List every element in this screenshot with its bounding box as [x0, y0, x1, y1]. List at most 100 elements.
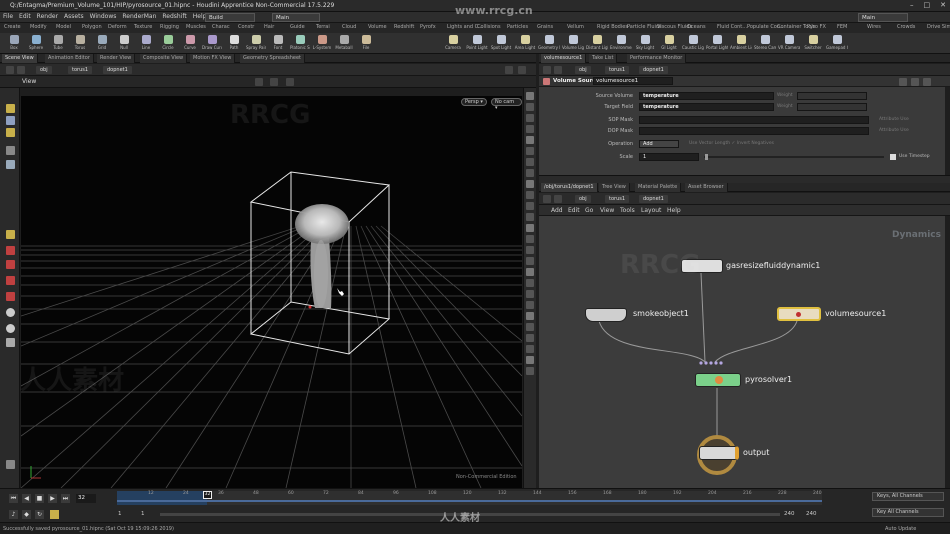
node-smokeobject1[interactable] [585, 308, 627, 322]
tab-geometry-spreadsheet[interactable]: Geometry Spreadsheet [240, 54, 306, 63]
display-option-icon[interactable] [526, 92, 534, 100]
network-editor[interactable]: Dynamics gasresizefluiddynamic1 smokeobj… [539, 216, 945, 488]
shelf-tool-button[interactable]: Camera [442, 34, 464, 53]
shelf-tool-button[interactable]: Platonic Solids [290, 34, 310, 53]
handle-icon[interactable] [6, 128, 15, 137]
shelf-tab[interactable]: Particles [507, 24, 528, 30]
shelf-tab[interactable]: Pyrofx [420, 24, 436, 30]
dop-mask-field[interactable] [639, 127, 869, 135]
menu-windows[interactable]: Windows [87, 12, 120, 21]
node-gasresizefluiddynamic1[interactable] [681, 259, 723, 273]
3d-viewport[interactable]: Persp ▾ No cam ▾ Non-Commercial Edition [21, 96, 522, 488]
tab-scene-view[interactable]: Scene View [2, 54, 38, 63]
shelf-tool-button[interactable]: Tube [48, 34, 68, 53]
snap2-icon[interactable] [6, 260, 15, 269]
end-frame[interactable]: 240 [784, 511, 795, 517]
range-icon[interactable] [50, 510, 59, 519]
gear-icon[interactable] [899, 78, 907, 86]
display-option-icon[interactable] [526, 147, 534, 155]
shelf-tab[interactable]: Deform [108, 24, 127, 30]
shelf-tool-button[interactable]: Line [136, 34, 156, 53]
context-dropdown[interactable]: Main [272, 13, 320, 22]
step-back-button[interactable]: ◀ [22, 494, 31, 503]
right-dropdown[interactable]: Main [858, 13, 908, 22]
target2-icon[interactable] [6, 324, 15, 333]
shelf-tool-button[interactable]: Distant Light [586, 34, 608, 53]
shelf-tool-button[interactable]: Path [224, 34, 244, 53]
net-menu-help[interactable]: Help [667, 207, 681, 214]
source-volume-field[interactable]: temperature [639, 92, 774, 100]
display-option-icon[interactable] [526, 169, 534, 177]
shelf-tool-button[interactable]: Box [4, 34, 24, 53]
shelf-tool-button[interactable]: Environment Light [610, 34, 632, 53]
persp-button[interactable]: Persp ▾ [461, 98, 487, 106]
shelf-tool-button[interactable]: VR Camera [778, 34, 800, 53]
display-option-icon[interactable] [526, 268, 534, 276]
shelf-tab[interactable]: Crowds [897, 24, 915, 30]
tab-material-palette[interactable]: Material Palette [635, 183, 682, 192]
shelf-tab[interactable]: Oceans [687, 24, 706, 30]
display-option-icon[interactable] [526, 301, 534, 309]
target-field-field[interactable]: temperature [639, 103, 774, 111]
fit-icon[interactable] [286, 78, 294, 86]
net-menu-add[interactable]: Add [551, 207, 563, 214]
shelf-tab[interactable]: Pyro FX [807, 24, 826, 30]
start-frame[interactable]: 1 [118, 511, 122, 517]
shelf-tab[interactable]: Create [4, 24, 21, 30]
forward-icon[interactable] [17, 66, 25, 74]
realtime-icon[interactable]: ↻ [35, 510, 44, 519]
display-option-icon[interactable] [526, 334, 534, 342]
maximize-button[interactable]: □ [924, 1, 931, 9]
scale-field[interactable]: 1 [639, 153, 699, 161]
shelf-tool-button[interactable]: Draw Curve [202, 34, 222, 53]
display-option-icon[interactable] [526, 246, 534, 254]
sop-mask-field[interactable] [639, 116, 869, 124]
cam-button[interactable]: No cam ▾ [491, 98, 522, 111]
back-icon[interactable] [6, 66, 14, 74]
shelf-tool-button[interactable]: Circle [158, 34, 178, 53]
shelf-tab[interactable]: Terrai [316, 24, 330, 30]
shelf-tab[interactable]: Volume [368, 24, 387, 30]
shelf-tab[interactable]: Muscles [186, 24, 206, 30]
shelf-tool-button[interactable]: Sphere [26, 34, 46, 53]
info-icon[interactable] [923, 78, 931, 86]
tab-take-list[interactable]: Take List [589, 54, 618, 63]
shelf-tab[interactable]: Grains [537, 24, 553, 30]
play-button[interactable]: ▶ [48, 494, 57, 503]
shelf-tab[interactable]: FEM [837, 24, 847, 30]
keys-dropdown[interactable]: Keys, All Channels [872, 492, 944, 501]
shelf-tool-button[interactable]: Point Light [466, 34, 488, 53]
shelf-tool-button[interactable]: Spot Light [490, 34, 512, 53]
display-option-icon[interactable] [526, 257, 534, 265]
display-option-icon[interactable] [526, 114, 534, 122]
timeline-ruler[interactable]: 12 24 36 48 60 72 84 96 108 120 132 144 156 168 180 192… [117, 491, 822, 505]
scale-slider[interactable] [704, 156, 884, 158]
menu-file[interactable]: File [0, 12, 16, 21]
shelf-tool-button[interactable]: Portal Light [706, 34, 728, 53]
desktop-dropdown[interactable]: Build [205, 13, 255, 22]
back-icon[interactable] [543, 66, 551, 74]
brush-icon[interactable] [6, 230, 15, 239]
home-icon[interactable] [255, 78, 263, 86]
shelf-tab[interactable]: Guide [290, 24, 305, 30]
help-icon[interactable] [911, 78, 919, 86]
snap-icon[interactable] [6, 246, 15, 255]
frame-icon[interactable] [270, 78, 278, 86]
magnet-icon[interactable] [6, 276, 15, 285]
settings-icon[interactable] [518, 66, 526, 74]
shelf-tool-button[interactable]: Grid [92, 34, 112, 53]
select-icon[interactable] [6, 104, 15, 113]
shelf-tool-button[interactable]: Geometry Light [538, 34, 560, 53]
back-icon[interactable] [543, 195, 551, 203]
pin-icon[interactable] [505, 66, 513, 74]
node-output[interactable] [699, 446, 739, 460]
net-menu-edit[interactable]: Edit [568, 207, 580, 214]
shelf-tab[interactable]: Vellum [567, 24, 584, 30]
start-frame-2[interactable]: 1 [141, 511, 145, 517]
shelf-tab[interactable]: Redshift [394, 24, 414, 30]
shelf-tab[interactable]: Charac [212, 24, 230, 30]
shelf-tab[interactable]: Rigid Bodies [597, 24, 628, 30]
shelf-tab[interactable]: Texture [134, 24, 152, 30]
path-obj[interactable]: obj [36, 66, 52, 74]
node-volumesource1[interactable] [777, 307, 821, 321]
